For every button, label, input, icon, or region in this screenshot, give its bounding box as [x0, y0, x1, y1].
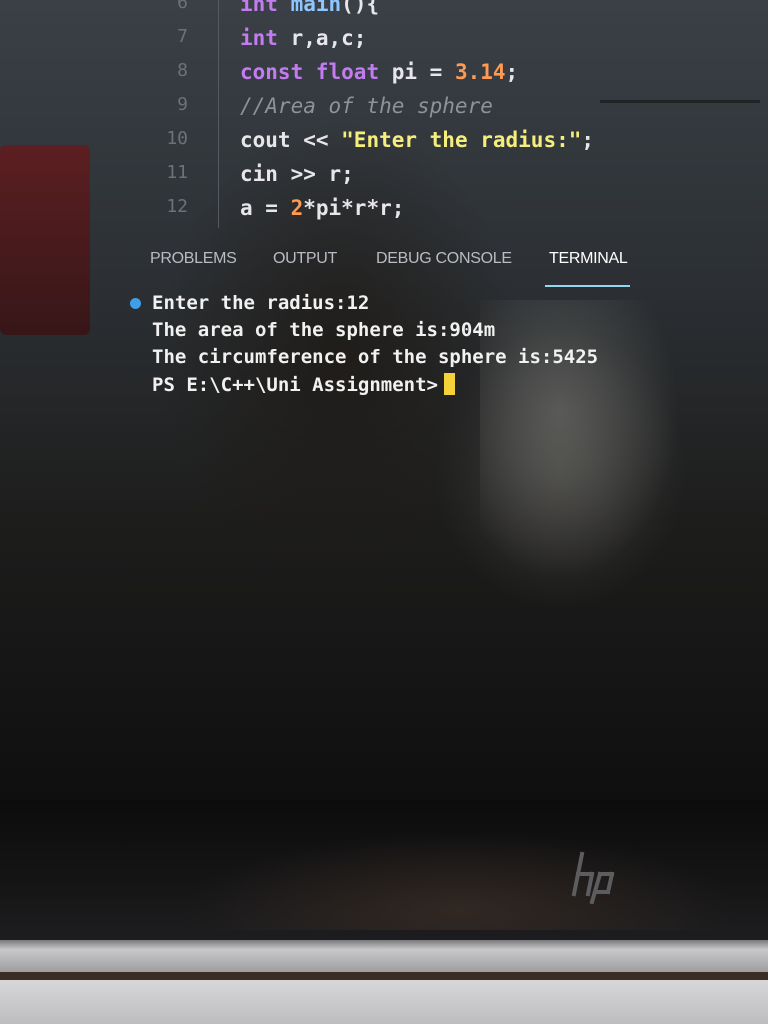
- code-editor[interactable]: 6 7 8 9 10 11 12 int main(){ int r,a,c; …: [150, 0, 768, 230]
- terminal-output-line: The area of the sphere is:904m: [152, 319, 496, 341]
- laptop-hinge: [0, 940, 768, 972]
- code-token: int: [240, 0, 278, 16]
- code-token: cout: [240, 128, 291, 152]
- code-token: pi =: [379, 60, 455, 84]
- terminal-cursor: [443, 373, 455, 395]
- terminal-output-line: Enter the radius:12: [152, 292, 370, 314]
- code-line[interactable]: int main(){: [240, 0, 379, 16]
- active-tab-indicator: [545, 285, 630, 287]
- tab-problems[interactable]: PROBLEMS: [150, 250, 237, 268]
- code-token: <<: [290, 128, 342, 152]
- laptop-base: [0, 980, 768, 1024]
- code-token: main: [290, 0, 342, 16]
- code-token: *pi*r*r;: [303, 196, 405, 220]
- line-number: 8: [177, 60, 188, 81]
- line-number: 9: [177, 94, 188, 115]
- terminal-prompt: PS E:\C++\Uni Assignment>: [152, 374, 438, 396]
- line-number: 7: [177, 26, 188, 47]
- tab-debug-console[interactable]: DEBUG CONSOLE: [376, 250, 512, 268]
- code-token: int: [240, 26, 278, 50]
- code-line[interactable]: cout << "Enter the radius:";: [240, 128, 594, 152]
- code-token: (){: [341, 0, 380, 16]
- laptop-hinge-gap: [0, 972, 768, 980]
- code-token: ;: [505, 60, 519, 84]
- bezel-reflection: [180, 830, 740, 930]
- code-line[interactable]: cin >> r;: [240, 162, 354, 186]
- code-token: float: [315, 60, 380, 84]
- terminal-panel[interactable]: Enter the radius:12 The area of the sphe…: [130, 292, 730, 412]
- code-line[interactable]: //Area of the sphere: [240, 94, 493, 118]
- laptop-bezel: [0, 800, 768, 940]
- line-number: 11: [166, 162, 188, 183]
- tab-output[interactable]: OUTPUT: [273, 250, 337, 268]
- background-reflection-red: [0, 145, 90, 335]
- hp-logo-icon: [571, 851, 615, 904]
- line-number: 6: [177, 0, 188, 13]
- code-token: 2: [290, 196, 304, 220]
- code-token: a =: [240, 196, 291, 220]
- line-number: 10: [166, 128, 188, 149]
- code-token: "Enter the radius:": [341, 128, 582, 152]
- command-status-dot-icon: [130, 298, 141, 309]
- laptop-screen: 6 7 8 9 10 11 12 int main(){ int r,a,c; …: [0, 0, 768, 800]
- line-number: 12: [166, 196, 188, 217]
- tab-terminal[interactable]: TERMINAL: [549, 250, 628, 268]
- panel-tab-bar: PROBLEMS OUTPUT DEBUG CONSOLE TERMINAL: [150, 250, 670, 290]
- code-token: ;: [581, 128, 595, 152]
- code-token: >>: [277, 162, 329, 186]
- code-line[interactable]: const float pi = 3.14;: [240, 60, 518, 84]
- code-line[interactable]: a = 2*pi*r*r;: [240, 196, 404, 220]
- code-token: 3.14: [454, 60, 506, 84]
- code-token: r,a,c;: [277, 26, 367, 50]
- code-token: cin: [240, 162, 278, 186]
- code-token: //Area of the sphere: [240, 94, 493, 118]
- terminal-output-line: The circumference of the sphere is:5425: [152, 346, 599, 368]
- code-token: r;: [328, 162, 354, 186]
- indent-guide: [218, 0, 219, 228]
- code-line[interactable]: int r,a,c;: [240, 26, 366, 50]
- code-token: const: [240, 60, 304, 84]
- terminal-prompt-line[interactable]: PS E:\C++\Uni Assignment>: [152, 373, 455, 396]
